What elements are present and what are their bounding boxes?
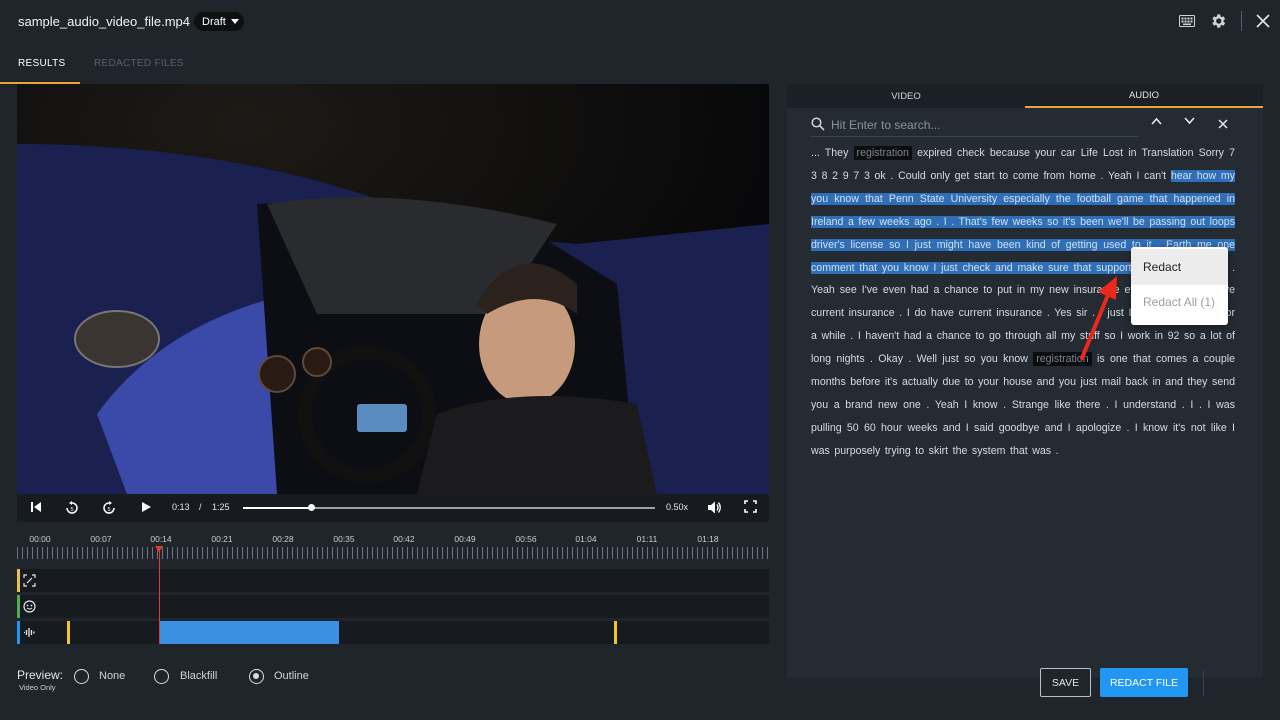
ruler-label: 01:18	[697, 534, 719, 544]
video-frame[interactable]	[17, 84, 769, 494]
ruler-label: 00:00	[29, 534, 51, 544]
radio-blackfill[interactable]	[154, 669, 169, 684]
close-icon[interactable]	[1256, 14, 1270, 28]
ruler-label: 00:56	[515, 534, 537, 544]
preview-label: Preview:	[17, 668, 64, 682]
volume-icon[interactable]	[707, 500, 722, 515]
clear-search-icon[interactable]	[1218, 119, 1228, 129]
rewind-5-icon[interactable]: 5	[64, 500, 80, 516]
radio-none-label: None	[99, 670, 126, 682]
player-controls: 5 5 0:13 / 1:25 0.50x	[17, 494, 769, 522]
ruler-label: 01:04	[575, 534, 597, 544]
ruler-label: 00:49	[454, 534, 476, 544]
button-divider	[1203, 670, 1204, 696]
ruler-ticks	[17, 547, 769, 559]
video-still-image	[17, 84, 769, 494]
top-bar: sample_audio_video_file.mp4 Draft	[0, 0, 1280, 44]
time-separator: /	[199, 502, 202, 512]
track-faces-icon	[17, 595, 41, 618]
search-input[interactable]	[831, 116, 1131, 134]
annotation-arrow	[1080, 276, 1117, 360]
ruler-label: 00:28	[272, 534, 294, 544]
search-bar	[811, 112, 1139, 137]
main-tabs: RESULTS REDACTED FILES	[0, 44, 1280, 84]
seek-progress	[243, 507, 311, 509]
skip-back-icon[interactable]	[29, 500, 43, 514]
chevron-up-icon[interactable]	[1151, 117, 1162, 125]
track-audio[interactable]	[17, 621, 769, 644]
tab-redacted-files[interactable]: REDACTED FILES	[94, 58, 184, 69]
track-objects[interactable]	[17, 569, 769, 592]
play-icon[interactable]	[139, 500, 153, 514]
transcript-segment: is one that comes a couple months before…	[811, 353, 1235, 457]
face-icon	[22, 600, 36, 613]
radio-outline-label: Outline	[274, 670, 309, 682]
search-icon	[811, 117, 825, 131]
ruler-label: 00:14	[150, 534, 172, 544]
radio-outline[interactable]	[249, 669, 264, 684]
context-menu: Redact Redact All (1)	[1131, 247, 1228, 325]
track-objects-icon	[17, 569, 41, 592]
timeline-ruler[interactable]: 00:00 00:07 00:14 00:21 00:28 00:35 00:4…	[17, 530, 769, 564]
file-name: sample_audio_video_file.mp4	[18, 14, 191, 29]
header-divider	[1241, 11, 1242, 31]
caret-down-icon	[230, 19, 239, 24]
tab-results[interactable]: RESULTS	[18, 58, 65, 69]
ruler-label: 00:42	[393, 534, 415, 544]
top-actions	[1179, 11, 1270, 31]
playhead[interactable]	[159, 546, 160, 644]
preview-options: Preview: Video Only None Blackfill Outli…	[17, 668, 357, 698]
status-label: Draft	[202, 15, 226, 28]
save-button[interactable]: SAVE	[1040, 668, 1091, 697]
status-dropdown[interactable]: Draft	[194, 12, 244, 31]
keyboard-icon[interactable]	[1179, 15, 1195, 27]
track-faces[interactable]	[17, 595, 769, 618]
audio-wave-icon	[23, 628, 35, 637]
keyword-match[interactable]: registration	[853, 146, 912, 160]
tab-audio[interactable]: AUDIO	[1025, 84, 1263, 108]
ruler-label: 01:11	[636, 534, 658, 544]
svg-text:5: 5	[107, 507, 110, 513]
redact-file-button[interactable]: REDACT FILE	[1100, 668, 1188, 697]
audio-marker[interactable]	[67, 621, 70, 644]
audio-redaction-segment[interactable]	[159, 621, 339, 644]
object-detect-icon	[22, 574, 36, 587]
current-time: 0:13	[172, 502, 190, 512]
tab-video[interactable]: VIDEO	[787, 84, 1025, 108]
playhead-handle[interactable]	[155, 546, 163, 552]
audio-marker[interactable]	[614, 621, 617, 644]
radio-blackfill-label: Blackfill	[180, 670, 218, 682]
seek-bar[interactable]	[243, 504, 655, 511]
ruler-label: 00:07	[90, 534, 112, 544]
playback-speed[interactable]: 0.50x	[666, 502, 688, 512]
track-audio-icon	[17, 621, 41, 644]
svg-text:5: 5	[70, 507, 73, 513]
duration: 1:25	[212, 502, 230, 512]
seek-handle[interactable]	[308, 504, 315, 511]
transcript-panel: VIDEO AUDIO ... They registration expire…	[787, 84, 1263, 678]
preview-sublabel: Video Only	[19, 683, 56, 692]
gear-icon[interactable]	[1209, 12, 1227, 30]
menu-item-redact-all[interactable]: Redact All (1)	[1131, 284, 1228, 320]
fullscreen-icon[interactable]	[744, 500, 757, 513]
chevron-down-icon[interactable]	[1184, 117, 1195, 125]
ruler-label: 00:21	[211, 534, 233, 544]
radio-none[interactable]	[74, 669, 89, 684]
transcript-segment: ... They	[811, 147, 849, 159]
forward-5-icon[interactable]: 5	[101, 500, 117, 516]
menu-item-redact[interactable]: Redact	[1131, 249, 1228, 285]
ruler-label: 00:35	[333, 534, 355, 544]
